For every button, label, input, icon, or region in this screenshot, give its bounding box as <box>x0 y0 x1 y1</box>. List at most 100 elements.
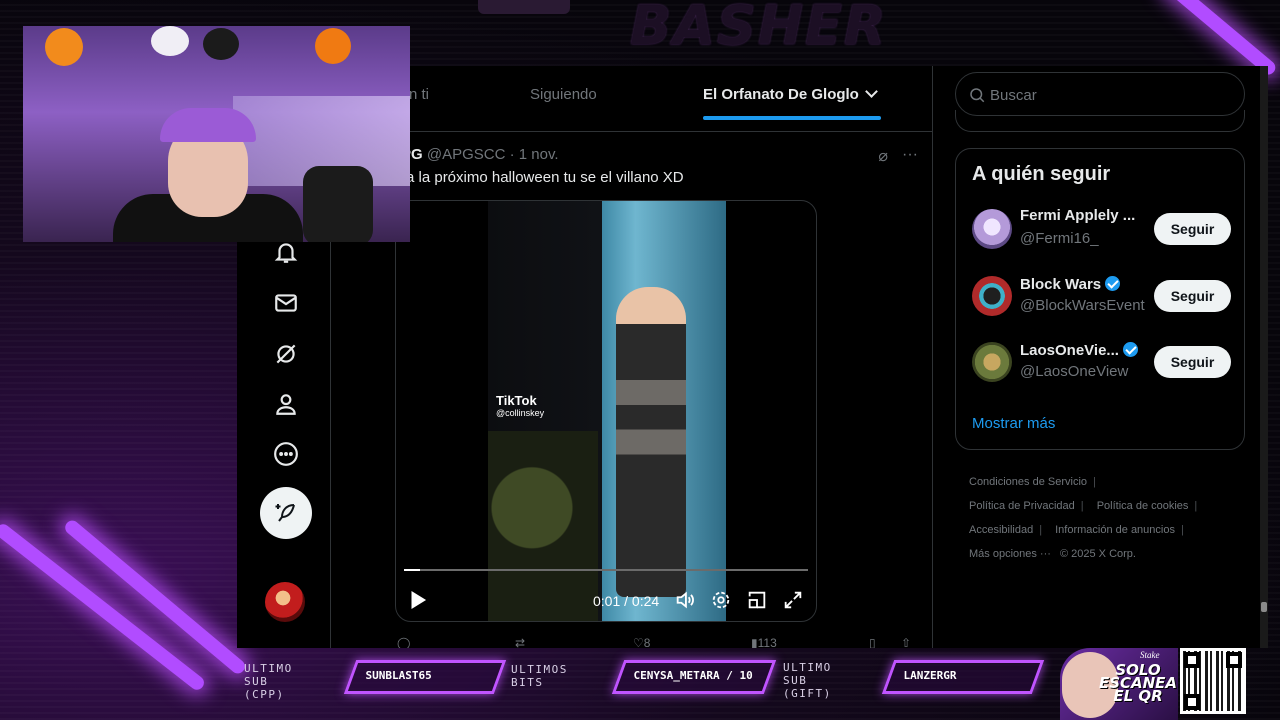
verified-badge-icon <box>1105 276 1121 291</box>
user-name[interactable]: LaosOneVie... <box>1020 340 1138 359</box>
last-bits-pill: CENYSA_METARA / 10 <box>611 660 777 694</box>
follow-button[interactable]: Seguir <box>1154 280 1231 312</box>
follow-suggestion[interactable]: Block Wars @BlockWarsEvent Seguir <box>972 272 1232 320</box>
privacy-link[interactable]: Política de Privacidad <box>969 494 1075 518</box>
tweet-author-handle[interactable]: @APGSCC <box>427 146 506 163</box>
follow-button[interactable]: Seguir <box>1154 346 1231 378</box>
last-sub-pill: SUNBLAST65 <box>343 660 507 694</box>
video-progress-fill <box>404 569 421 571</box>
last-sub-value: SUNBLAST65 <box>365 669 432 682</box>
nav-profile[interactable] <box>272 390 300 418</box>
post-button[interactable] <box>260 487 312 539</box>
more-options-link[interactable]: Más opciones ··· <box>969 542 1051 566</box>
right-sidebar: A quién seguir Fermi Applely ... @Fermi1… <box>933 66 1267 648</box>
cookies-link[interactable]: Política de cookies <box>1097 494 1189 518</box>
video-person <box>616 287 686 597</box>
show-more-link[interactable]: Mostrar más <box>972 415 1055 432</box>
bookmark-icon[interactable]: ▯ <box>869 636 876 648</box>
user-name-text: LaosOneVie... <box>1020 342 1119 359</box>
views-button[interactable]: ▮ 113 <box>751 636 777 648</box>
like-button[interactable]: ♡ 8 <box>633 636 650 648</box>
nav-grok[interactable] <box>272 340 300 368</box>
qr-corner <box>1226 652 1242 668</box>
overlay-top-tab <box>478 0 570 14</box>
streamer-cap <box>160 108 256 142</box>
overlay-brand: BASHER <box>630 0 888 57</box>
like-count: 8 <box>643 636 651 648</box>
video-player[interactable]: TikTok @collinskey 0:01 / 0:24 <box>395 200 817 622</box>
ads-info-link[interactable]: Información de anuncios <box>1055 518 1175 542</box>
footer-separator: | <box>1194 500 1198 512</box>
accessibility-link[interactable]: Accesibilidad <box>969 518 1033 542</box>
search-icon <box>970 88 985 103</box>
bell-icon <box>274 243 298 263</box>
timeline-tabs: n ti Siguiendo El Orfanato De Gloglo <box>331 66 932 132</box>
promo-brand: Stake <box>1140 650 1160 660</box>
qr-code <box>1180 648 1246 714</box>
white-balloon <box>151 26 189 56</box>
nav-messages[interactable] <box>272 289 300 317</box>
follow-suggestion[interactable]: LaosOneVie... @LaosOneView Seguir <box>972 338 1232 386</box>
video-progress-bar[interactable] <box>404 569 808 571</box>
terms-link[interactable]: Condiciones de Servicio <box>969 470 1087 494</box>
stream-overlay: BASHER 15 <box>0 0 1280 720</box>
last-gift-label: ULTIMO SUB (GIFT) <box>783 661 832 700</box>
repost-icon[interactable]: ⇄ <box>515 636 525 648</box>
active-tab-indicator <box>703 116 881 120</box>
user-name[interactable]: Block Wars <box>1020 274 1121 293</box>
more-options-icon[interactable]: ··· <box>902 146 918 166</box>
tab-list[interactable]: El Orfanato De Gloglo <box>703 85 878 103</box>
volume-button[interactable] <box>674 589 696 616</box>
who-to-follow: A quién seguir Fermi Applely ... @Fermi1… <box>955 148 1245 450</box>
tab-for-you[interactable]: n ti <box>409 86 429 103</box>
tiktok-label: TikTok <box>496 393 537 408</box>
search-input[interactable] <box>990 83 1230 107</box>
user-name[interactable]: Fermi Applely ... <box>1020 207 1135 224</box>
gaming-chair <box>303 166 373 242</box>
tweet-top-actions: ⌀ ··· <box>878 146 918 166</box>
nav-more[interactable] <box>272 440 300 468</box>
share-icon[interactable]: ⇧ <box>901 636 911 648</box>
mail-icon <box>275 294 297 312</box>
play-icon <box>411 591 427 609</box>
play-button[interactable] <box>406 589 428 616</box>
tweet-date[interactable]: · 1 nov. <box>510 146 559 163</box>
user-name-text: Block Wars <box>1020 276 1102 293</box>
user-handle[interactable]: @LaosOneView <box>1020 363 1128 380</box>
nav-notifications[interactable]: 15 <box>272 230 333 266</box>
grok-icon[interactable]: ⌀ <box>878 146 888 166</box>
account-avatar[interactable] <box>265 582 305 622</box>
scrollbar-thumb[interactable] <box>1261 602 1267 612</box>
chevron-down-icon <box>864 85 878 98</box>
page-scrollbar[interactable] <box>1260 66 1268 648</box>
settings-button[interactable] <box>710 589 732 616</box>
qr-corner <box>1184 694 1200 710</box>
qr-corner <box>1184 652 1200 668</box>
timeline: n ti Siguiendo El Orfanato De Gloglo PG … <box>331 66 933 648</box>
sidebar-footer: Condiciones de Servicio | Política de Pri… <box>969 470 1239 566</box>
footer-separator: | <box>1039 524 1043 536</box>
avatar[interactable] <box>972 209 1012 249</box>
search-box[interactable] <box>955 72 1245 116</box>
last-sub-label: ULTIMO SUB (CPP) <box>244 662 293 701</box>
who-to-follow-title: A quién seguir <box>972 163 1111 185</box>
reply-icon[interactable]: ◯ <box>397 636 410 648</box>
avatar[interactable] <box>972 342 1012 382</box>
follow-button[interactable]: Seguir <box>1154 213 1231 245</box>
volume-icon <box>676 591 694 609</box>
pip-button[interactable] <box>746 589 768 616</box>
more-icon <box>274 442 298 466</box>
follow-suggestion[interactable]: Fermi Applely ... @Fermi16_ Seguir <box>972 205 1232 253</box>
orange-balloon <box>45 28 83 66</box>
gear-icon <box>712 591 730 609</box>
verified-badge-icon <box>1122 342 1138 357</box>
user-handle[interactable]: @BlockWarsEvent <box>1020 297 1145 314</box>
avatar[interactable] <box>972 276 1012 316</box>
last-gift-value: LANZERGR <box>903 669 957 682</box>
video-foliage <box>488 431 598 621</box>
user-handle[interactable]: @Fermi16_ <box>1020 230 1099 247</box>
tweet-action-bar: ◯ ⇄ ♡ 8 ▮ 113 ▯ ⇧ <box>395 636 915 648</box>
fullscreen-button[interactable] <box>782 589 804 616</box>
orange-balloon <box>315 28 351 64</box>
tab-following[interactable]: Siguiendo <box>530 86 597 103</box>
